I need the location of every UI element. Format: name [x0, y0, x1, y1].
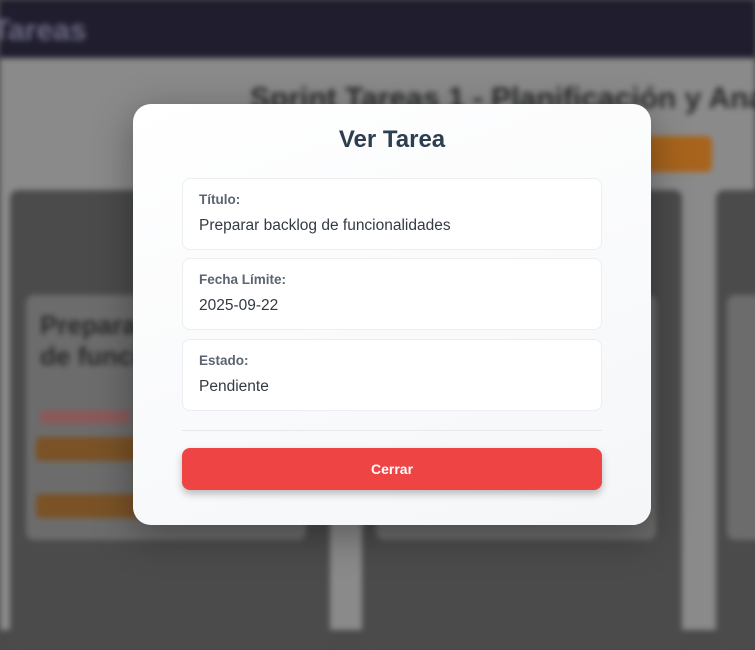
modal-divider: [182, 430, 602, 431]
view-task-modal: Ver Tarea Título: Preparar backlog de fu…: [133, 104, 651, 525]
due-date-field: Fecha Límite: 2025-09-22: [182, 258, 602, 330]
due-date-value: 2025-09-22: [199, 297, 279, 314]
status-label: Estado:: [199, 353, 249, 368]
task-card: [727, 295, 755, 540]
due-date-label: Fecha Límite:: [199, 272, 287, 287]
title-field: Título: Preparar backlog de funcionalida…: [182, 178, 602, 250]
modal-title: Ver Tarea: [338, 126, 446, 153]
status-value: Pendiente: [199, 378, 269, 395]
title-value: Preparar backlog de funcionalidades: [199, 217, 451, 234]
app-brand: Tareas: [0, 14, 87, 47]
close-button[interactable]: Cerrar: [182, 448, 602, 490]
title-label: Título:: [199, 192, 241, 207]
top-navbar: Tareas: [0, 0, 755, 58]
task-card-badge: [40, 410, 130, 424]
status-field: Estado: Pendiente: [182, 339, 602, 411]
